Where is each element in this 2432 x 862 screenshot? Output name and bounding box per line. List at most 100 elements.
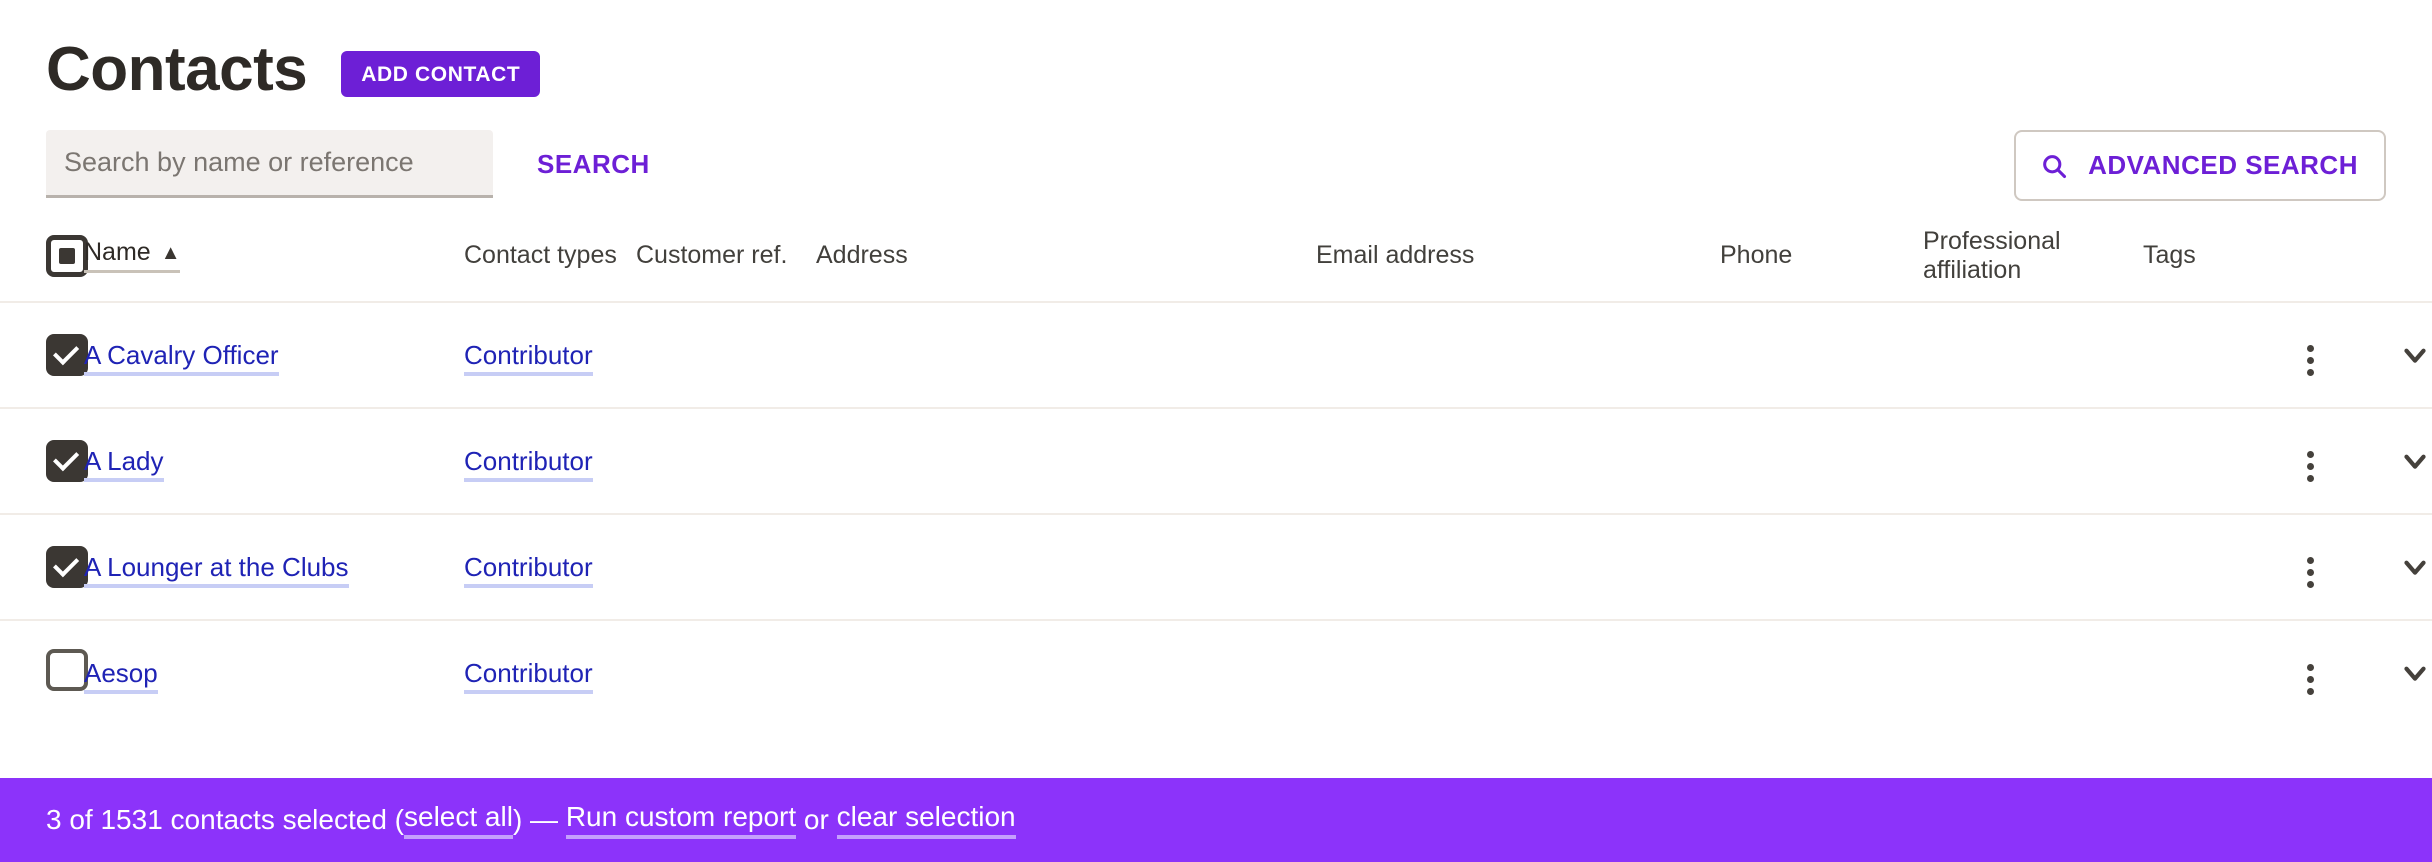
advanced-search-button[interactable]: ADVANCED SEARCH <box>2014 130 2386 201</box>
table-row: Aesop Contributor <box>0 620 2432 726</box>
row-actions-cell <box>2297 514 2392 620</box>
row-address-cell <box>816 620 1316 726</box>
row-professional-affiliation-cell <box>1923 620 2143 726</box>
selection-or-text: or <box>796 804 836 836</box>
selection-status-bar: 3 of 1531 contacts selected ( select all… <box>0 778 2432 862</box>
kebab-menu-icon[interactable] <box>2297 551 2324 594</box>
row-tags-cell <box>2143 514 2297 620</box>
row-actions-cell <box>2297 408 2392 514</box>
search-button[interactable]: SEARCH <box>513 135 674 194</box>
column-header-phone: Phone <box>1720 210 1923 302</box>
row-address-cell <box>816 514 1316 620</box>
column-header-expand <box>2392 210 2432 302</box>
contact-name-link[interactable]: A Lady <box>84 446 164 482</box>
contact-name-link[interactable]: Aesop <box>84 658 158 694</box>
table-row: A Lady Contributor <box>0 408 2432 514</box>
chevron-down-icon[interactable] <box>2392 438 2432 484</box>
chevron-down-icon[interactable] <box>2392 544 2432 590</box>
row-address-cell <box>816 302 1316 408</box>
contact-name-link[interactable]: A Lounger at the Clubs <box>84 552 349 588</box>
contact-type-link[interactable]: Contributor <box>464 658 593 694</box>
sort-ascending-icon: ▲ <box>161 243 181 263</box>
row-tags-cell <box>2143 620 2297 726</box>
row-checkbox[interactable] <box>46 334 88 376</box>
column-header-email: Email address <box>1316 210 1720 302</box>
row-select-cell <box>0 408 84 514</box>
row-expand-cell <box>2392 408 2432 514</box>
column-header-contact-types: Contact types <box>464 210 636 302</box>
search-icon <box>2040 152 2068 180</box>
selection-count-text: 3 of 1531 contacts selected ( <box>46 804 404 836</box>
row-tags-cell <box>2143 302 2297 408</box>
table-body: A Cavalry Officer Contributor <box>0 302 2432 726</box>
select-all-link[interactable]: select all <box>404 801 513 839</box>
selection-separator-text: ) — <box>513 804 566 836</box>
row-name-cell: A Cavalry Officer <box>84 302 464 408</box>
row-contact-types-cell: Contributor <box>464 302 636 408</box>
column-header-actions <box>2297 210 2392 302</box>
row-select-cell <box>0 302 84 408</box>
row-actions-cell <box>2297 302 2392 408</box>
column-header-customer-ref: Customer ref. <box>636 210 816 302</box>
row-customer-ref-cell <box>636 514 816 620</box>
row-phone-cell <box>1720 514 1923 620</box>
row-expand-cell <box>2392 514 2432 620</box>
row-contact-types-cell: Contributor <box>464 620 636 726</box>
column-header-tags: Tags <box>2143 210 2297 302</box>
row-professional-affiliation-cell <box>1923 302 2143 408</box>
table-row: A Lounger at the Clubs Contributor <box>0 514 2432 620</box>
contact-type-link[interactable]: Contributor <box>464 446 593 482</box>
row-checkbox[interactable] <box>46 440 88 482</box>
column-header-professional-affiliation: Professional affiliation <box>1923 210 2143 302</box>
row-email-cell <box>1316 514 1720 620</box>
select-all-checkbox[interactable] <box>46 235 88 277</box>
row-select-cell <box>0 514 84 620</box>
row-tags-cell <box>2143 408 2297 514</box>
run-custom-report-link[interactable]: Run custom report <box>566 801 796 839</box>
row-name-cell: Aesop <box>84 620 464 726</box>
row-contact-types-cell: Contributor <box>464 514 636 620</box>
kebab-menu-icon[interactable] <box>2297 445 2324 488</box>
add-contact-button[interactable]: ADD CONTACT <box>341 51 540 97</box>
column-header-name-label: Name <box>84 239 151 267</box>
contacts-page: Contacts ADD CONTACT SEARCH ADVANCED SEA… <box>0 0 2432 862</box>
row-customer-ref-cell <box>636 302 816 408</box>
clear-selection-link[interactable]: clear selection <box>837 801 1016 839</box>
chevron-down-icon[interactable] <box>2392 650 2432 696</box>
chevron-down-icon[interactable] <box>2392 332 2432 378</box>
row-name-cell: A Lady <box>84 408 464 514</box>
row-select-cell <box>0 620 84 726</box>
row-email-cell <box>1316 620 1720 726</box>
row-email-cell <box>1316 408 1720 514</box>
contact-name-link[interactable]: A Cavalry Officer <box>84 340 279 376</box>
page-title: Contacts <box>46 39 307 101</box>
kebab-menu-icon[interactable] <box>2297 658 2324 701</box>
row-expand-cell <box>2392 620 2432 726</box>
search-input[interactable] <box>46 130 493 198</box>
kebab-menu-icon[interactable] <box>2297 339 2324 382</box>
row-phone-cell <box>1720 302 1923 408</box>
row-actions-cell <box>2297 620 2392 726</box>
contact-type-link[interactable]: Contributor <box>464 552 593 588</box>
row-contact-types-cell: Contributor <box>464 408 636 514</box>
sort-by-name[interactable]: Name ▲ <box>84 239 180 273</box>
row-checkbox[interactable] <box>46 649 88 691</box>
row-checkbox[interactable] <box>46 546 88 588</box>
row-expand-cell <box>2392 302 2432 408</box>
row-customer-ref-cell <box>636 620 816 726</box>
column-header-address: Address <box>816 210 1316 302</box>
row-professional-affiliation-cell <box>1923 514 2143 620</box>
row-phone-cell <box>1720 620 1923 726</box>
column-header-name: Name ▲ <box>84 210 464 302</box>
select-all-header <box>0 210 84 302</box>
row-phone-cell <box>1720 408 1923 514</box>
table-row: A Cavalry Officer Contributor <box>0 302 2432 408</box>
table-header: Name ▲ Contact types Customer ref. Addre… <box>0 210 2432 302</box>
contacts-table: Name ▲ Contact types Customer ref. Addre… <box>0 210 2432 726</box>
row-address-cell <box>816 408 1316 514</box>
advanced-search-label: ADVANCED SEARCH <box>2088 150 2358 181</box>
search-toolbar: SEARCH ADVANCED SEARCH <box>0 118 2432 210</box>
row-professional-affiliation-cell <box>1923 408 2143 514</box>
contact-type-link[interactable]: Contributor <box>464 340 593 376</box>
table-header-row: Name ▲ Contact types Customer ref. Addre… <box>0 210 2432 302</box>
